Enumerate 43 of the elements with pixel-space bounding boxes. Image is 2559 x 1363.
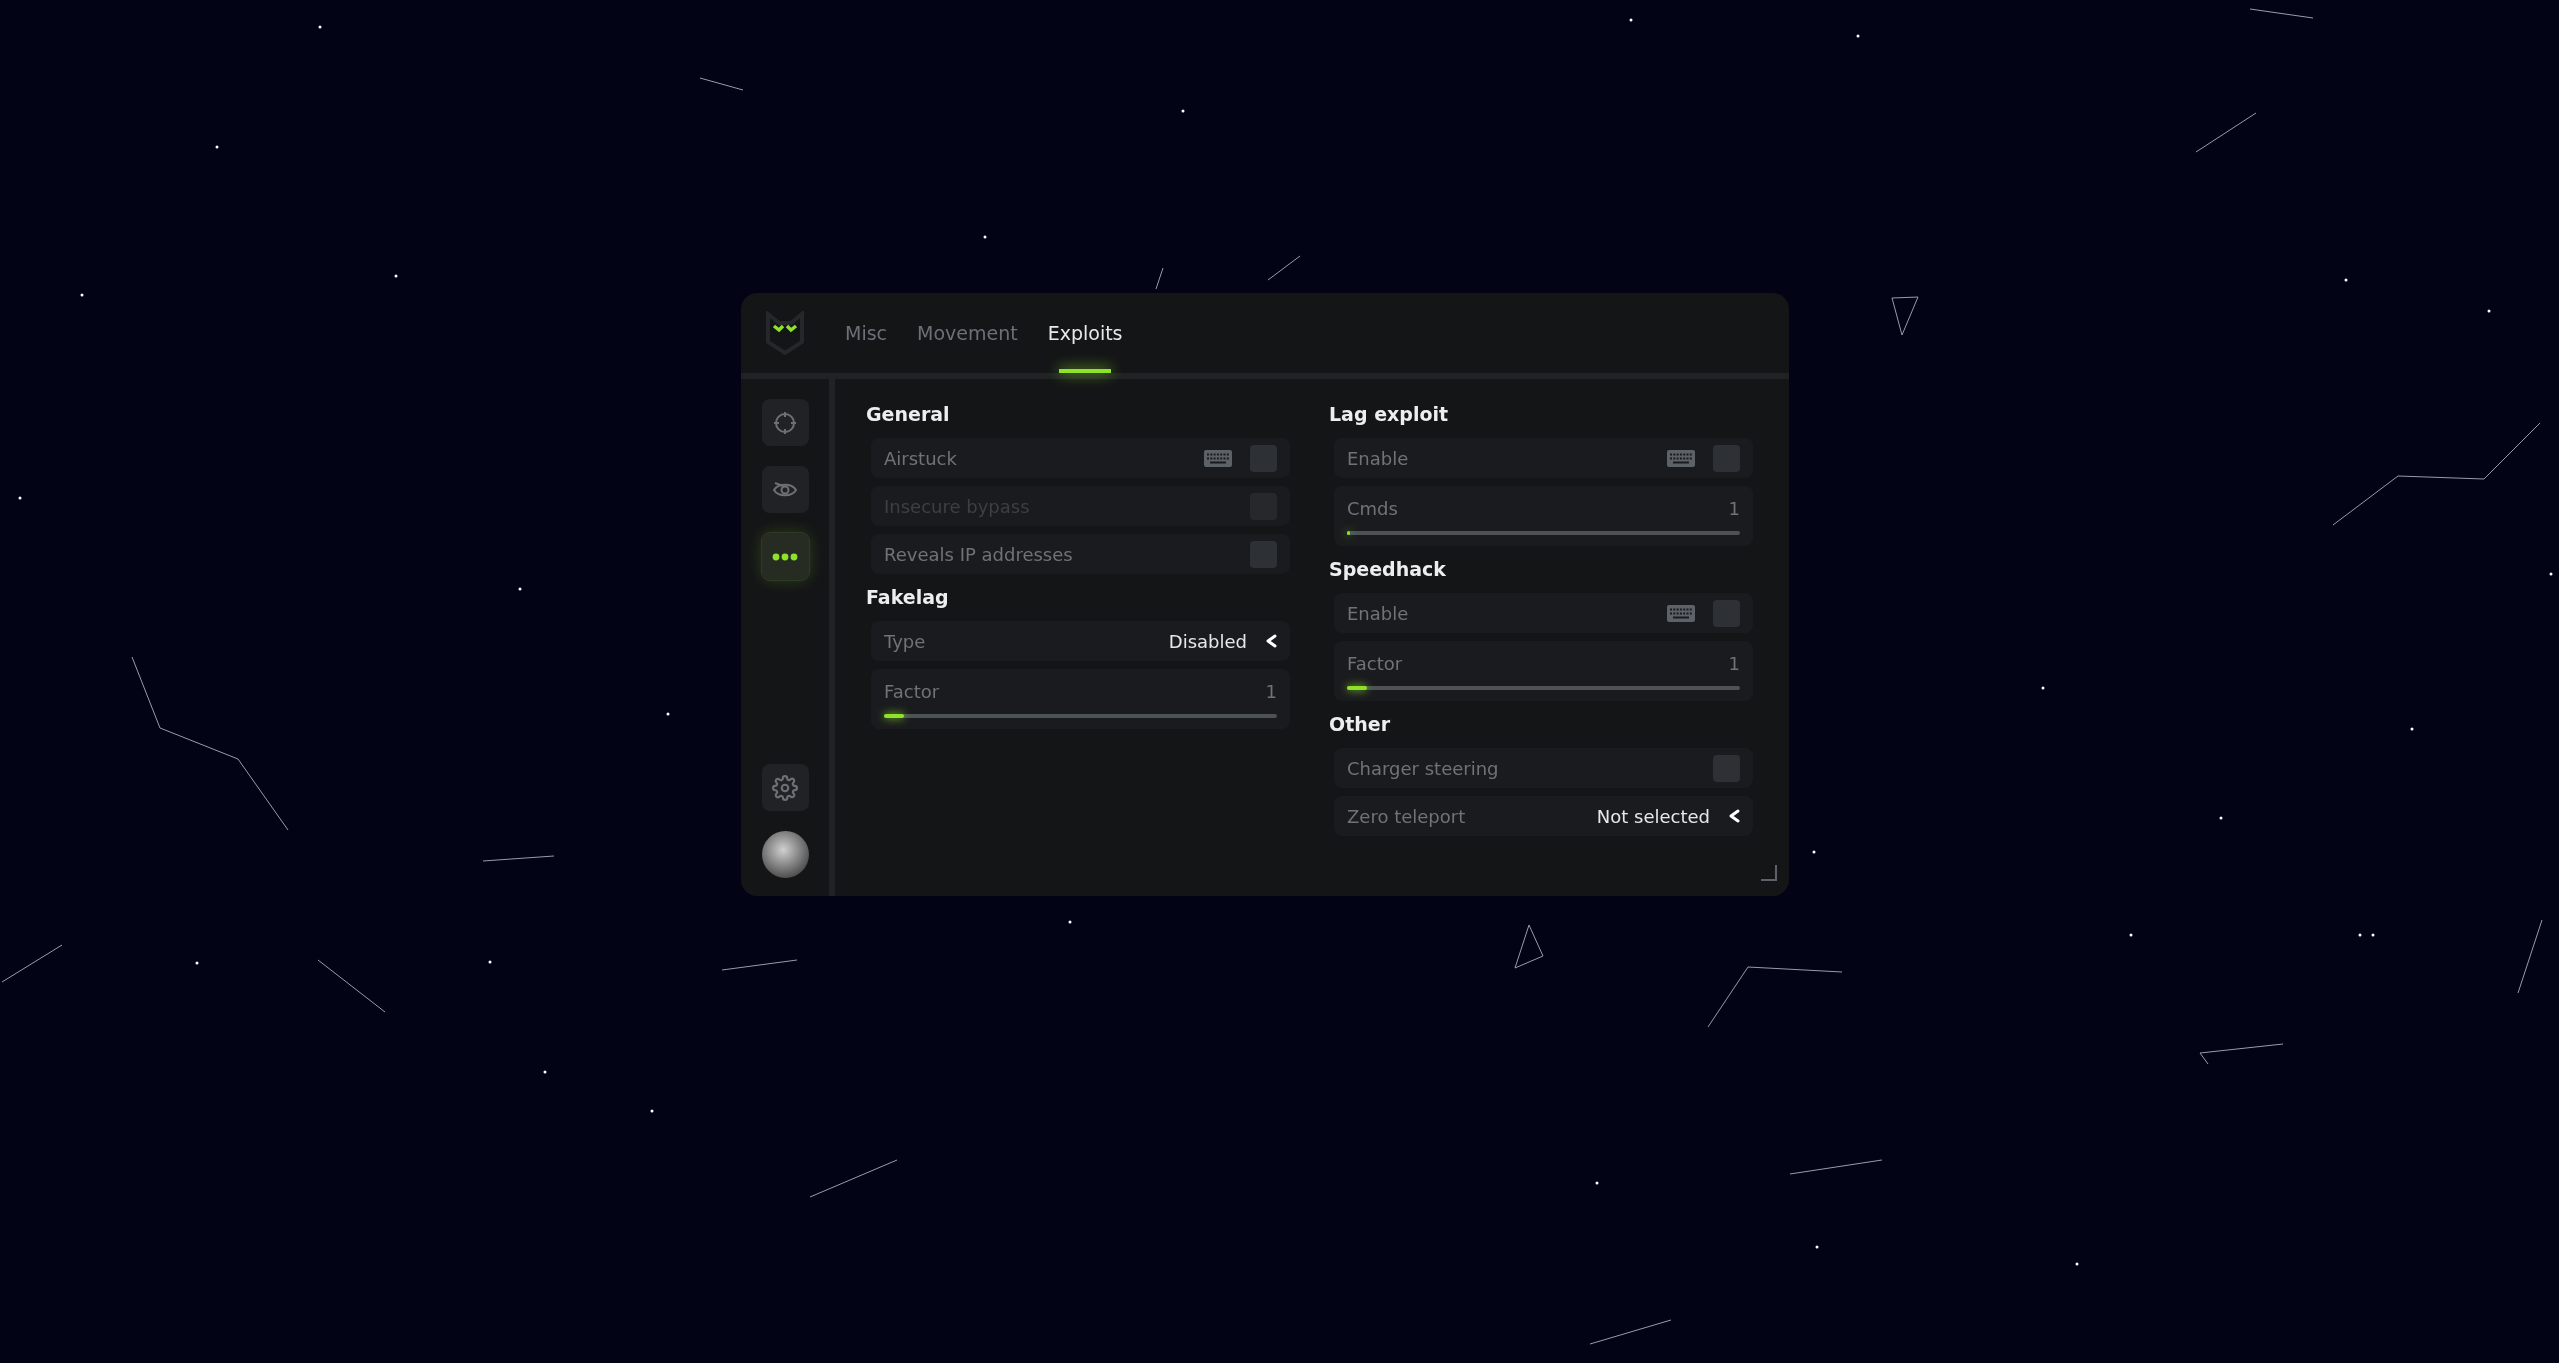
more-icon bbox=[772, 552, 798, 561]
tab[interactable]: Exploits bbox=[1045, 293, 1125, 373]
option-label: Factor bbox=[884, 680, 941, 702]
option-label: Factor bbox=[1347, 652, 1404, 674]
settings-icon bbox=[772, 774, 798, 801]
sidebar-button[interactable] bbox=[761, 764, 809, 811]
select-value: Disabled bbox=[1168, 630, 1247, 652]
section-heading: Lag exploit bbox=[1329, 403, 1450, 425]
option-label: Cmds bbox=[1347, 497, 1399, 519]
section-heading: Fakelag bbox=[866, 586, 950, 608]
tab[interactable]: Misc bbox=[843, 293, 890, 373]
slider-reading: 1 bbox=[1728, 652, 1740, 674]
cat-logo-icon bbox=[765, 311, 805, 355]
option-label: Reveals IP addresses bbox=[884, 543, 1074, 565]
slider-track[interactable] bbox=[1347, 685, 1740, 690]
tab[interactable]: Movement bbox=[915, 293, 1020, 373]
avatar-placeholder[interactable] bbox=[761, 831, 809, 878]
section-heading: Speedhack bbox=[1329, 558, 1447, 580]
keyboard-icon[interactable] bbox=[1667, 449, 1695, 467]
crosshair-icon bbox=[772, 409, 798, 436]
option-label: Airstuck bbox=[884, 447, 958, 469]
option-label: Type bbox=[884, 630, 927, 652]
resize-handle-icon[interactable] bbox=[1761, 865, 1777, 881]
chevron-left-icon bbox=[1265, 634, 1277, 648]
sidebar-button[interactable] bbox=[761, 466, 809, 513]
slider-reading: 1 bbox=[1728, 497, 1740, 519]
select-value: Not selected bbox=[1596, 805, 1710, 827]
option-label: Enable bbox=[1347, 447, 1410, 469]
sidebar-button[interactable] bbox=[761, 399, 809, 446]
section-heading: Other bbox=[1329, 713, 1392, 735]
sidebar-button[interactable] bbox=[761, 533, 809, 580]
slider-track[interactable] bbox=[884, 713, 1277, 718]
option-label: Zero teleport bbox=[1347, 805, 1467, 827]
select-row[interactable]: Type Disabled bbox=[871, 621, 1290, 661]
slider-track[interactable] bbox=[1347, 530, 1740, 535]
select-row[interactable]: Zero teleport Not selected bbox=[1334, 796, 1753, 836]
section-heading: General bbox=[866, 403, 951, 425]
option-label: Charger steering bbox=[1347, 757, 1500, 779]
chevron-left-icon bbox=[1728, 809, 1740, 823]
keyboard-icon[interactable] bbox=[1204, 449, 1232, 467]
slider-reading: 1 bbox=[1265, 680, 1277, 702]
option-label: Enable bbox=[1347, 602, 1410, 624]
keyboard-icon[interactable] bbox=[1667, 604, 1695, 622]
